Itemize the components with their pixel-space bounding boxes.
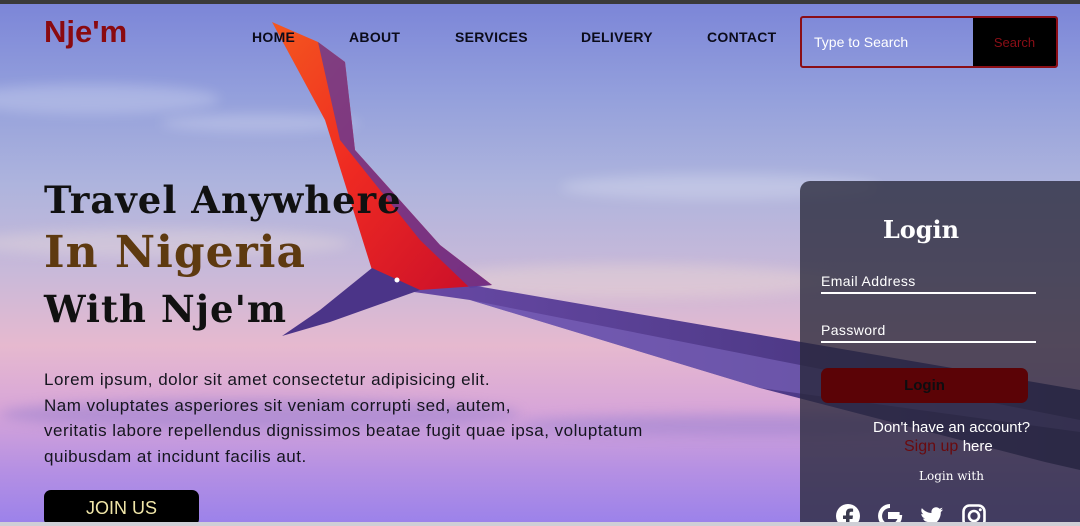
browser-bottom-strip (0, 522, 1080, 526)
login-with-label: Login with (919, 469, 984, 483)
password-field[interactable] (821, 319, 1036, 343)
nav-home-link[interactable]: HOME (252, 29, 295, 45)
hero-description-line: quibusdam at incidunt facilis aut. (44, 446, 307, 466)
login-button[interactable]: Login (821, 368, 1028, 403)
no-account-text: Don't have an account? (873, 419, 1031, 436)
nav-contact-link[interactable]: CONTACT (707, 29, 777, 45)
site-logo[interactable]: Nje'm (44, 14, 127, 50)
hero-headline-line-2: In Nigeria (44, 227, 306, 278)
hero-description-line: Lorem ipsum, dolor sit amet consectetur … (44, 370, 491, 389)
hero-headline-line-3: With Nje'm (44, 287, 288, 331)
signup-line: Sign up here (904, 438, 993, 456)
hero-headline-line-1: Travel Anywhere (44, 178, 402, 222)
signup-link[interactable]: Sign up (904, 438, 958, 455)
search-input[interactable] (802, 18, 973, 66)
nav-about-link[interactable]: ABOUT (349, 29, 400, 45)
search-button[interactable]: Search (973, 18, 1056, 66)
join-us-button[interactable]: JOIN US (44, 490, 199, 526)
login-title: Login (882, 215, 960, 244)
nav-services-link[interactable]: SERVICES (455, 29, 528, 45)
nav-delivery-link[interactable]: DELIVERY (581, 29, 653, 45)
hero-description: Lorem ipsum, dolor sit amet consectetur … (44, 367, 724, 469)
search-bar: Search (800, 16, 1058, 68)
hero-description-line: veritatis labore repellendus dignissimos… (44, 421, 643, 440)
signup-suffix: here (962, 438, 993, 455)
email-field[interactable] (821, 270, 1036, 294)
hero-description-line: Nam voluptates asperiores sit veniam cor… (44, 395, 511, 415)
